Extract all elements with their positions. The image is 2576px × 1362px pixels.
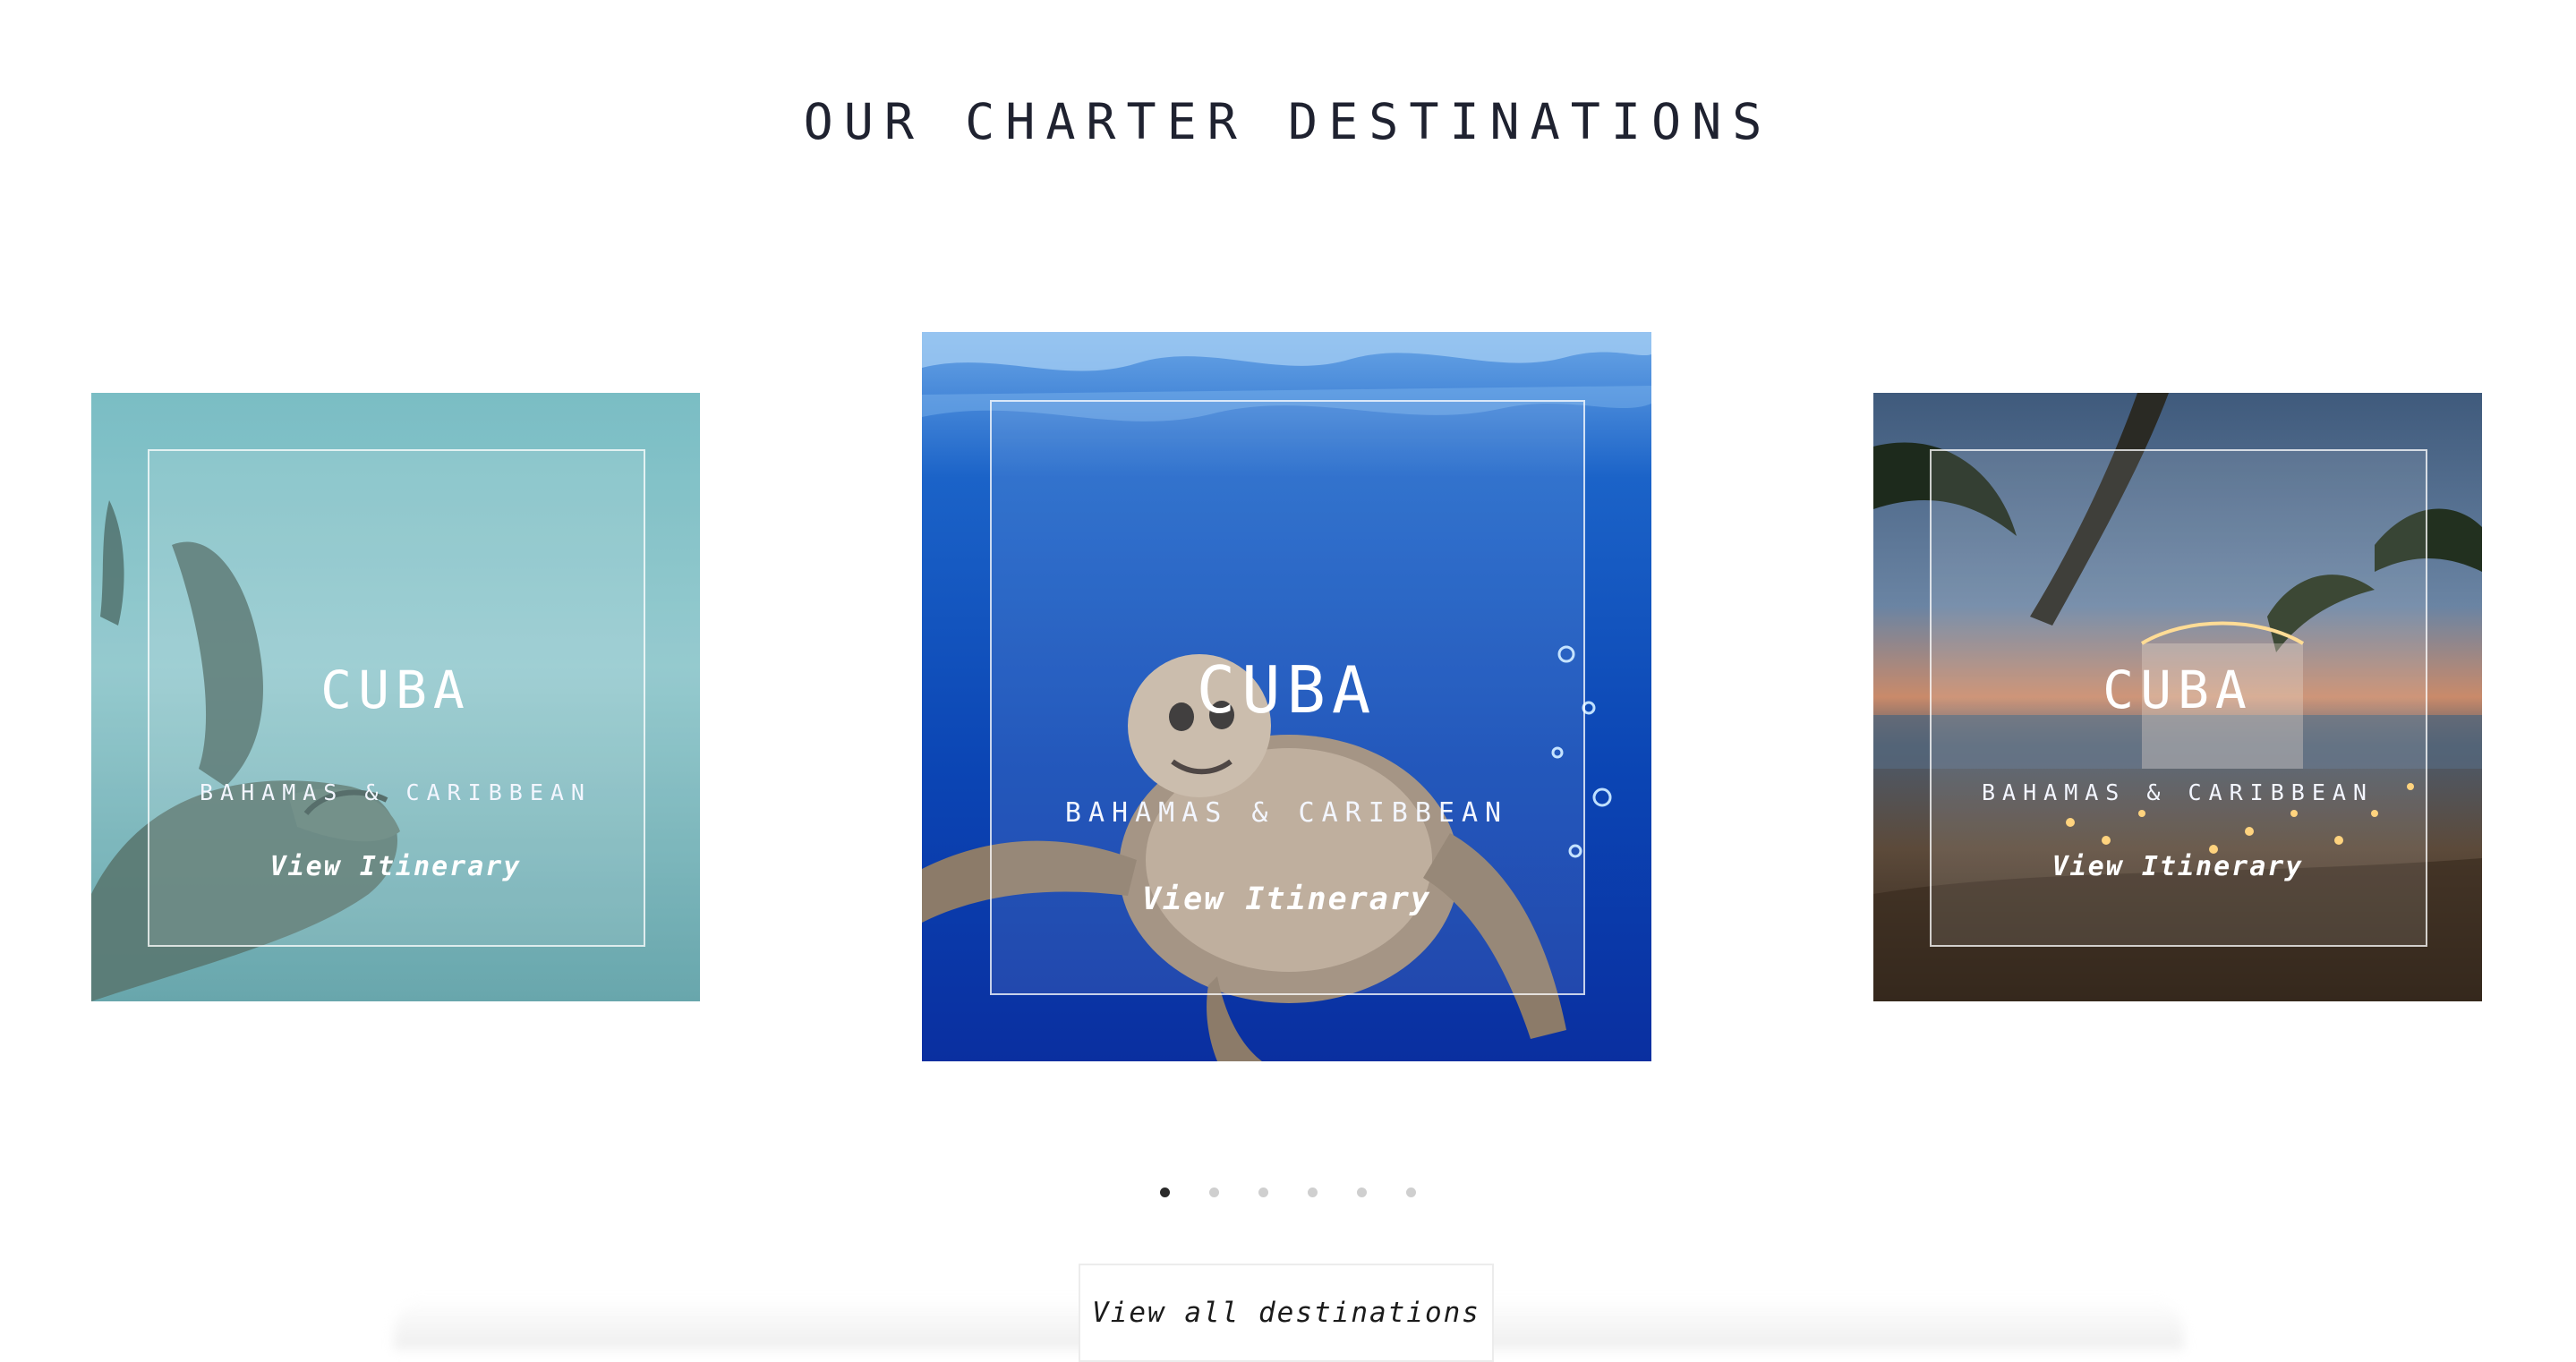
view-itinerary-link[interactable]: View Itinerary: [922, 881, 1651, 917]
carousel-dot-6[interactable]: [1406, 1187, 1416, 1197]
section-title: OUR CHARTER DESTINATIONS: [803, 93, 1773, 150]
destination-title: CUBA: [2103, 660, 2253, 720]
destination-title: CUBA: [320, 660, 471, 720]
destination-card-right[interactable]: CUBA BAHAMAS & CARIBBEAN View Itinerary: [1873, 393, 2482, 1001]
carousel-dot-1[interactable]: [1160, 1187, 1170, 1197]
destination-region: BAHAMAS & CARIBBEAN: [1064, 797, 1509, 829]
destination-region: BAHAMAS & CARIBBEAN: [200, 779, 592, 805]
view-itinerary-link[interactable]: View Itinerary: [1873, 851, 2482, 882]
carousel-pagination: [0, 1187, 2576, 1197]
view-all-destinations-button[interactable]: View all destinations: [1079, 1264, 1494, 1362]
destination-title: CUBA: [1196, 652, 1378, 728]
carousel-dot-3[interactable]: [1258, 1187, 1268, 1197]
destination-card-left[interactable]: CUBA BAHAMAS & CARIBBEAN View Itinerary: [91, 393, 700, 1001]
carousel-dot-2[interactable]: [1209, 1187, 1219, 1197]
carousel-dot-5[interactable]: [1357, 1187, 1367, 1197]
destination-region: BAHAMAS & CARIBBEAN: [1982, 779, 2374, 805]
view-itinerary-link[interactable]: View Itinerary: [91, 851, 700, 882]
destination-card-center[interactable]: CUBA BAHAMAS & CARIBBEAN View Itinerary: [922, 332, 1651, 1061]
carousel-dot-4[interactable]: [1308, 1187, 1318, 1197]
